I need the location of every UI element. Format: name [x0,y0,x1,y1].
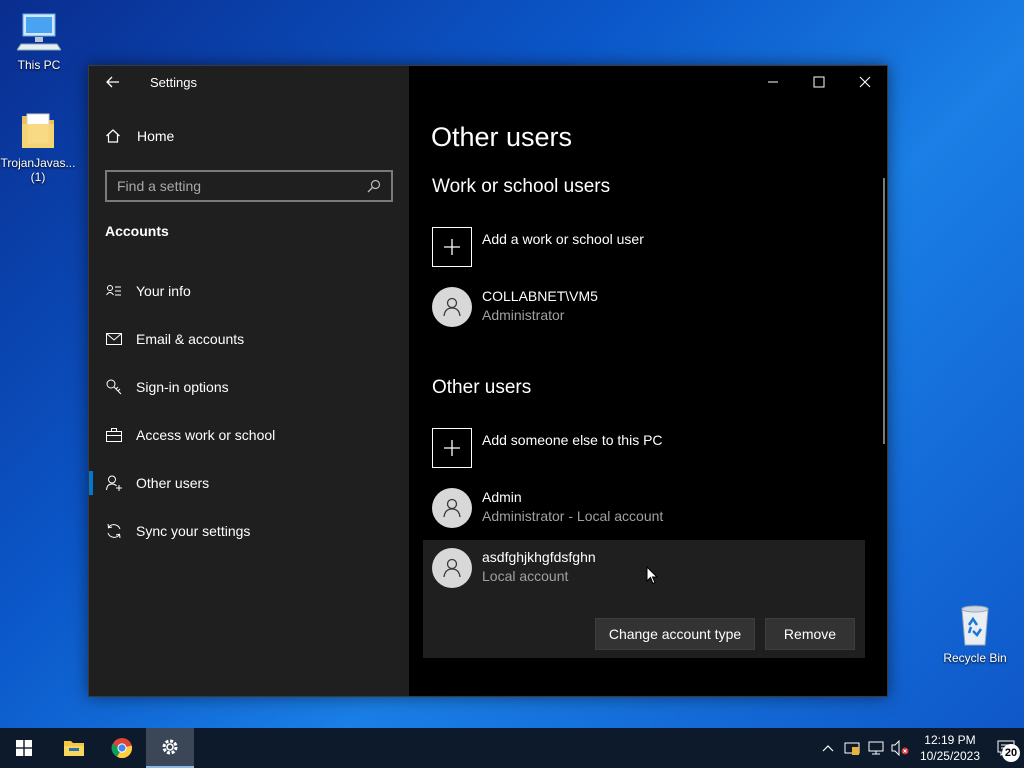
maximize-icon [813,76,825,88]
maximize-button[interactable] [796,66,842,98]
search-placeholder: Find a setting [117,178,202,194]
sidebar-item-label: Your info [136,283,191,299]
sidebar: Settings Home Find a setting Accounts Yo… [89,66,409,696]
start-button[interactable] [0,728,48,768]
sync-icon [105,523,123,539]
remove-button[interactable]: Remove [765,618,855,650]
desktop-icon-label: TrojanJavas... (1) [0,156,76,184]
windows-logo-icon [16,740,32,756]
change-account-type-button[interactable]: Change account type [595,618,755,650]
add-other-user-label: Add someone else to this PC [482,432,663,448]
taskbar-file-explorer[interactable] [50,728,98,768]
search-input[interactable]: Find a setting [105,170,393,202]
add-work-user-label: Add a work or school user [482,231,644,247]
sidebar-item-label: Access work or school [136,427,276,443]
scrollbar[interactable] [883,178,885,444]
avatar-icon [432,488,472,528]
security-icon[interactable] [840,728,864,768]
recycle-bin-icon [955,603,995,647]
taskbar-settings[interactable] [146,728,194,768]
back-arrow-icon [106,76,119,88]
expanded-user-panel[interactable]: asdfghjkhgfdsfghn Local account Change a… [423,540,865,658]
sidebar-item-sync-settings[interactable]: Sync your settings [89,509,409,553]
back-button[interactable] [101,72,125,92]
main-content: Other users Work or school users Add a w… [409,66,887,696]
user-name: Admin [482,489,522,505]
work-users-heading: Work or school users [432,176,611,197]
window-title: Settings [150,75,197,90]
user-name: COLLABNET\VM5 [482,288,598,304]
avatar-icon [432,287,472,327]
person-add-icon [105,475,123,491]
desktop-icon-this-pc[interactable]: This PC [1,10,77,72]
briefcase-icon [105,428,123,442]
volume-muted-icon[interactable] [888,728,912,768]
close-icon [859,76,871,88]
search-icon[interactable] [367,179,381,193]
close-button[interactable] [842,66,888,98]
user-row-collabnet[interactable]: COLLABNET\VM5 Administrator [432,287,598,327]
sidebar-item-label: Other users [136,475,210,491]
sidebar-item-sign-in-options[interactable]: Sign-in options [89,365,409,409]
plus-icon [432,428,472,468]
sidebar-item-label: Email & accounts [136,331,245,347]
add-work-user-button[interactable]: Add a work or school user [432,227,644,267]
taskbar: 12:19 PM 10/25/2023 20 [0,728,1024,768]
sidebar-item-label: Sync your settings [136,523,251,539]
user-role: Administrator [482,307,565,323]
key-icon [105,379,123,395]
sidebar-item-other-users[interactable]: Other users [89,461,409,505]
chrome-icon [111,738,133,759]
user-name: asdfghjkhgfdsfghn [482,549,596,565]
computer-icon [16,10,62,54]
add-other-user-button[interactable]: Add someone else to this PC [432,428,663,468]
desktop-icon-label: This PC [17,58,61,72]
taskbar-chrome[interactable] [98,728,146,768]
minimize-button[interactable] [750,66,796,98]
chevron-up-icon[interactable] [816,728,840,768]
clock[interactable]: 12:19 PM 10/25/2023 [912,732,988,764]
folder-icon [64,741,84,756]
user-row-local[interactable]: asdfghjkhgfdsfghn Local account [432,548,596,588]
gear-icon [162,739,178,755]
sidebar-item-email-accounts[interactable]: Email & accounts [89,317,409,361]
clock-time: 12:19 PM [924,733,976,747]
avatar-icon [432,548,472,588]
notification-center-button[interactable]: 20 [988,728,1024,768]
clock-date: 10/25/2023 [919,749,980,763]
network-icon[interactable] [864,728,888,768]
mail-icon [105,333,123,345]
minimize-icon [768,81,778,83]
plus-icon [432,227,472,267]
sidebar-item-access-work[interactable]: Access work or school [89,413,409,457]
sidebar-item-label: Sign-in options [136,379,229,395]
mouse-cursor-icon [646,566,658,585]
user-role: Local account [482,568,569,584]
nav-home[interactable]: Home [105,128,174,144]
sidebar-item-your-info[interactable]: Your info [89,269,409,313]
folder-icon [18,110,58,152]
person-card-icon [105,284,123,298]
page-title: Other users [431,122,573,152]
user-row-admin[interactable]: Admin Administrator - Local account [432,488,663,528]
system-tray: 12:19 PM 10/25/2023 20 [816,728,1024,768]
desktop-icon-folder[interactable]: TrojanJavas... (1) [0,110,76,184]
home-icon [105,128,123,144]
settings-window: Settings Home Find a setting Accounts Yo… [88,65,888,697]
user-role: Administrator - Local account [482,508,664,524]
notification-badge: 20 [1002,744,1020,762]
nav-home-label: Home [137,128,175,144]
section-title: Accounts [105,223,169,239]
desktop-icon-label: Recycle Bin [943,651,1007,665]
desktop-icon-recycle-bin[interactable]: Recycle Bin [937,603,1013,665]
other-users-heading: Other users [432,377,532,398]
